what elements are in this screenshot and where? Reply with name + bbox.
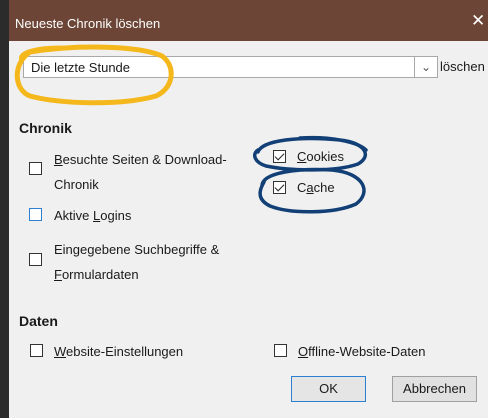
label-form-data-line2[interactable]: Formulardaten: [54, 267, 139, 282]
chevron-down-icon[interactable]: ⌄: [414, 57, 437, 77]
checkbox-cookies[interactable]: [273, 150, 286, 163]
title-bar: Neueste Chronik löschen ✕: [9, 0, 488, 41]
ok-button[interactable]: OK: [291, 376, 366, 402]
label-visited-pages-line2[interactable]: Chronik: [54, 177, 99, 192]
checkbox-cache[interactable]: [273, 181, 286, 194]
label-form-data-line1[interactable]: Eingegebene Suchbegriffe &: [54, 242, 219, 257]
label-visited-pages[interactable]: Besuchte Seiten & Download-: [54, 152, 227, 167]
checkbox-offline-data[interactable]: [274, 344, 287, 357]
label-offline-data[interactable]: Offline-Website-Daten: [298, 344, 425, 359]
checkbox-visited-pages[interactable]: [29, 162, 42, 175]
section-heading-data: Daten: [19, 313, 58, 329]
label-cache[interactable]: Cache: [297, 180, 335, 195]
window-title: Neueste Chronik löschen: [15, 16, 161, 31]
checkbox-form-data[interactable]: [29, 253, 42, 266]
label-website-settings[interactable]: Website-Einstellungen: [54, 344, 183, 359]
time-range-value: Die letzte Stunde: [31, 60, 131, 75]
time-range-select[interactable]: Die letzte Stunde ⌄: [23, 56, 438, 78]
label-cookies[interactable]: Cookies: [297, 149, 344, 164]
close-icon[interactable]: ✕: [471, 12, 485, 29]
section-heading-history: Chronik: [19, 120, 72, 136]
window-left-edge: [0, 0, 9, 418]
dialog-body: [9, 41, 488, 418]
checkbox-active-logins[interactable]: [29, 208, 42, 221]
time-range-suffix: löschen: [440, 59, 485, 74]
checkbox-website-settings[interactable]: [30, 344, 43, 357]
label-active-logins[interactable]: Aktive Logins: [54, 208, 131, 223]
cancel-button[interactable]: Abbrechen: [392, 376, 477, 402]
